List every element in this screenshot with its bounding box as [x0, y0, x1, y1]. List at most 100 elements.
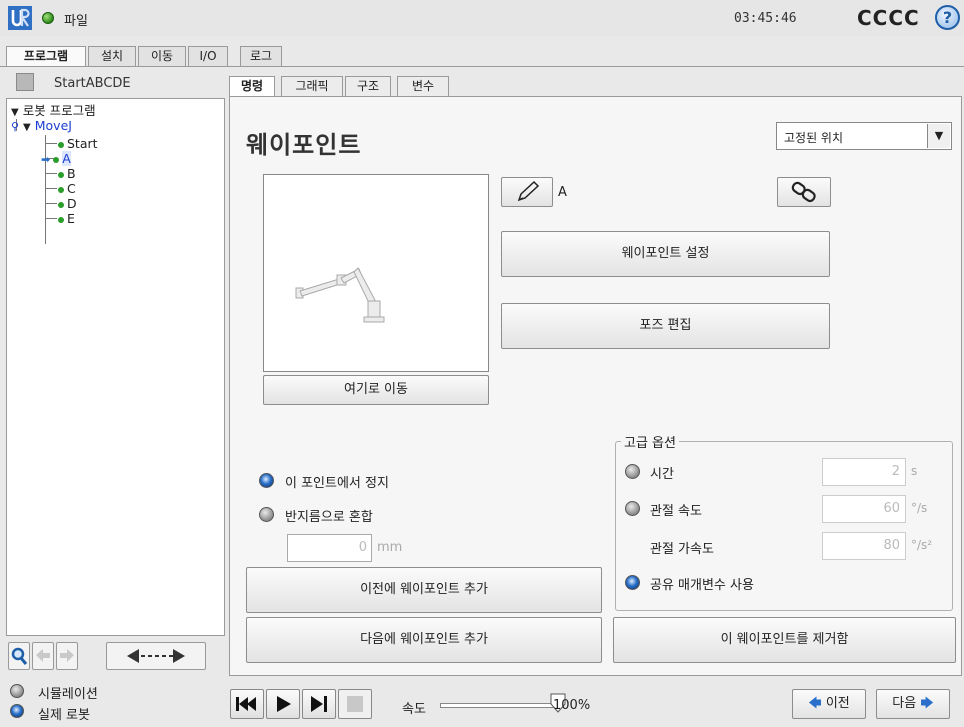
next-label: 다음: [892, 696, 917, 711]
stop-here-label: 이 포인트에서 정지: [285, 476, 389, 491]
tab-command[interactable]: 명령: [229, 76, 275, 97]
dropdown-arrow-icon[interactable]: ▼: [927, 124, 950, 148]
current-arrow-icon: ➡: [41, 153, 51, 166]
joint-speed-input[interactable]: 60: [822, 495, 906, 523]
tab-variables[interactable]: 변수: [397, 76, 449, 96]
waypoint-name: A: [558, 185, 567, 200]
move-here-button[interactable]: 여기로 이동: [263, 375, 489, 405]
tab-log[interactable]: 로그: [240, 46, 282, 66]
waypoint-dot-icon: [58, 216, 64, 223]
add-waypoint-before-button[interactable]: 이전에 웨이포인트 추가: [246, 567, 602, 613]
tree-item-label: A: [62, 151, 71, 166]
real-robot-radio[interactable]: [10, 704, 24, 718]
joint-accel-label: 관절 가속도: [650, 542, 714, 557]
edit-name-button[interactable]: [501, 177, 553, 207]
undo-icon: [36, 649, 50, 662]
tree-movej-label: MoveJ: [34, 118, 72, 133]
position-type-value: 고정된 위치: [784, 131, 844, 145]
help-icon[interactable]: ?: [935, 5, 960, 30]
tree-movej[interactable]: ⚲ ▼ MoveJ: [11, 118, 72, 135]
stop-button[interactable]: [338, 689, 372, 719]
play-button[interactable]: [266, 689, 300, 719]
joint-speed-unit: °/s: [911, 501, 928, 515]
program-tree[interactable]: ▼ 로봇 프로그램 ⚲ ▼ MoveJ Start ➡ A B C D E: [6, 98, 225, 636]
save-icon[interactable]: [16, 73, 34, 91]
robot-name: CCCC: [857, 6, 920, 30]
waypoint-dot-icon: [53, 156, 60, 163]
previous-button[interactable]: 🡄 이전: [792, 689, 866, 719]
remove-waypoint-button[interactable]: 이 웨이포인트를 제거함: [613, 617, 956, 663]
link-icon: [791, 181, 816, 203]
time-label: 시간: [650, 467, 674, 482]
tree-toolbar: [6, 640, 226, 674]
link-button[interactable]: [777, 177, 831, 207]
program-name: StartABCDE: [54, 76, 131, 91]
next-button[interactable]: 다음 🡆: [876, 689, 950, 719]
page-title: 웨이포인트: [246, 131, 362, 159]
tree-item-start[interactable]: Start: [55, 136, 98, 151]
search-button[interactable]: [8, 642, 30, 670]
clock: 03:45:46: [734, 11, 797, 26]
shared-parameters-label: 공유 매개변수 사용: [650, 578, 754, 593]
file-menu[interactable]: 파일: [64, 10, 88, 29]
search-icon: [11, 647, 28, 665]
time-radio[interactable]: [625, 464, 640, 479]
step-button[interactable]: [302, 689, 336, 719]
tree-item-label: B: [67, 166, 76, 181]
edit-pose-button[interactable]: 포즈 편집: [501, 303, 830, 349]
joint-speed-label: 관절 속도: [650, 504, 702, 519]
joint-accel-unit: °/s²: [911, 538, 933, 552]
tab-structure[interactable]: 구조: [345, 76, 391, 96]
tree-item-e[interactable]: E: [55, 211, 75, 226]
time-input[interactable]: 2: [822, 458, 906, 486]
stop-here-radio[interactable]: [259, 473, 274, 488]
play-icon: [277, 696, 291, 712]
tree-item-b[interactable]: B: [55, 166, 76, 181]
tab-divider: [0, 66, 964, 67]
blend-radius-radio[interactable]: [259, 507, 274, 522]
pencil-icon: [517, 180, 540, 202]
joint-speed-radio[interactable]: [625, 501, 640, 516]
tree-item-d[interactable]: D: [55, 196, 77, 211]
scroll-arrows-button[interactable]: [106, 642, 206, 670]
tab-installation[interactable]: 설치: [88, 46, 136, 66]
time-unit: s: [911, 464, 918, 478]
file-status-icon: [42, 12, 54, 24]
stop-icon: [347, 696, 363, 712]
expand-triangle-icon: ▼: [11, 107, 19, 118]
blend-radius-label: 반지름으로 혼합: [285, 510, 373, 525]
speed-slider[interactable]: [440, 703, 558, 708]
advanced-options-title: 고급 옵션: [621, 432, 679, 451]
tree-item-c[interactable]: C: [55, 181, 76, 196]
rewind-button[interactable]: [230, 689, 264, 719]
expand-triangle-icon: ▼: [23, 122, 31, 133]
waypoint-dot-icon: [58, 201, 64, 208]
joint-accel-input[interactable]: 80: [822, 532, 906, 560]
top-bar: [0, 0, 964, 36]
tree-item-label: E: [67, 211, 75, 226]
blend-radius-unit: mm: [377, 540, 403, 555]
waypoint-dot-icon: [58, 141, 64, 148]
robot-preview: [263, 174, 489, 372]
redo-icon: [60, 649, 74, 662]
undo-button[interactable]: [32, 642, 54, 670]
tab-program[interactable]: 프로그램: [6, 46, 86, 67]
tree-root-label: 로봇 프로그램: [22, 103, 96, 118]
left-right-arrows-icon: [127, 649, 185, 663]
universal-robots-logo: [8, 6, 32, 30]
shared-parameters-radio[interactable]: [625, 575, 640, 590]
skip-back-icon: [236, 697, 256, 711]
tree-item-label: Start: [67, 136, 98, 151]
simulation-radio[interactable]: [10, 684, 24, 698]
arrow-left-icon: 🡄: [808, 696, 822, 711]
set-waypoint-button[interactable]: 웨이포인트 설정: [501, 231, 830, 277]
tree-item-a[interactable]: ➡ A: [41, 151, 71, 167]
tab-move[interactable]: 이동: [138, 46, 186, 66]
redo-button[interactable]: [56, 642, 78, 670]
blend-radius-input[interactable]: 0: [287, 534, 372, 562]
real-robot-label: 실제 로봇: [38, 708, 90, 723]
tab-io[interactable]: I/O: [188, 46, 228, 66]
add-waypoint-after-button[interactable]: 다음에 웨이포인트 추가: [246, 617, 602, 663]
tab-graphics[interactable]: 그래픽: [281, 76, 343, 96]
arrow-right-icon: 🡆: [920, 696, 934, 711]
